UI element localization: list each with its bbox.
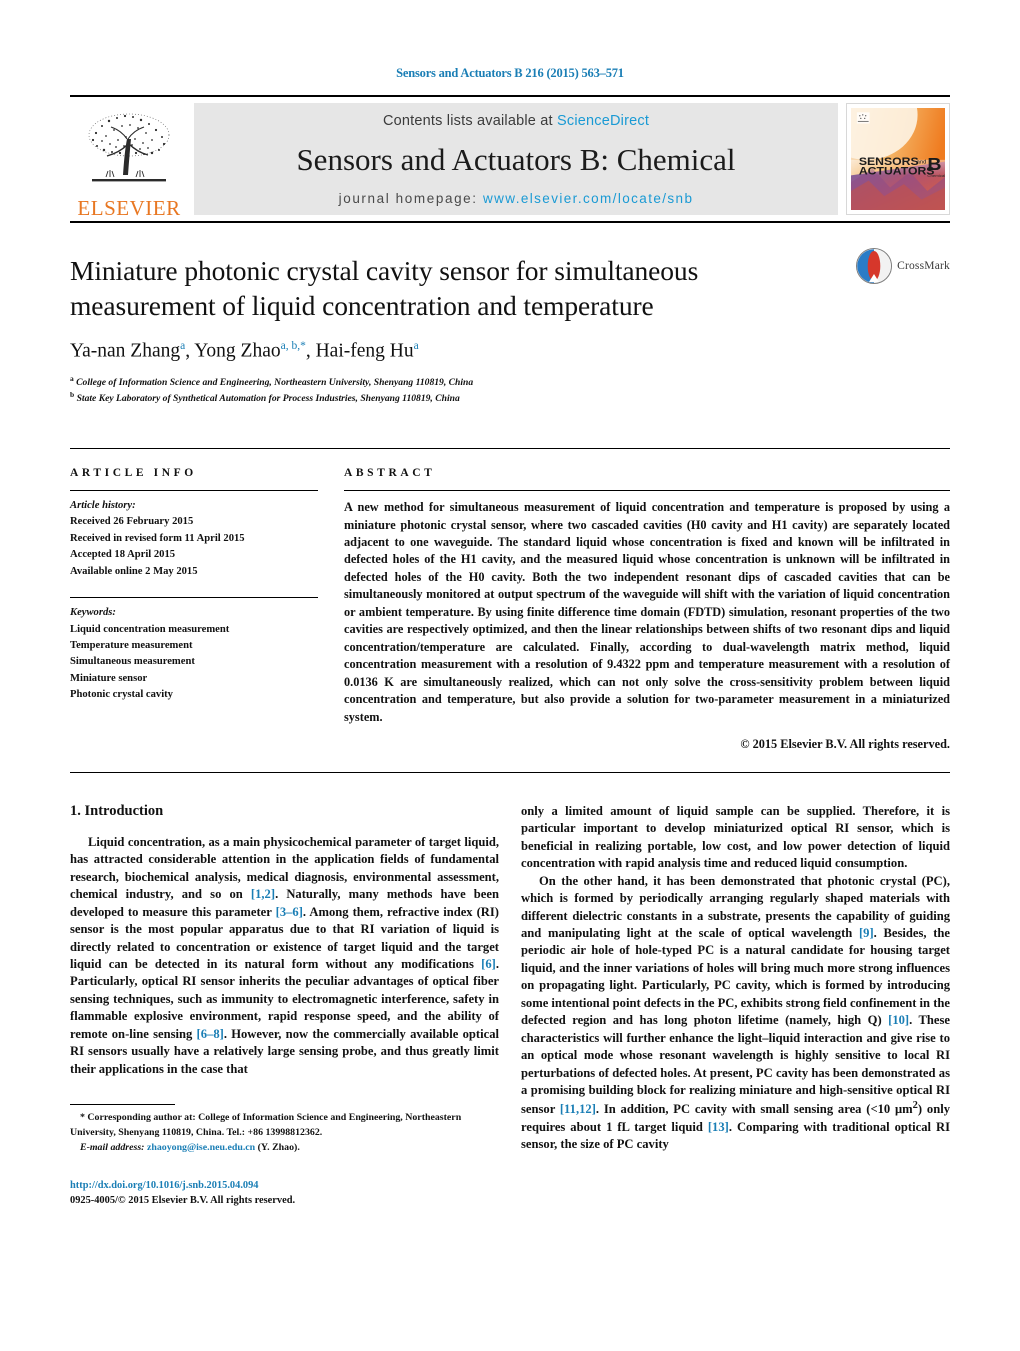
p2-seg: . These characteristics will further enh… (521, 1013, 950, 1117)
cover-letter-b: B (927, 154, 941, 174)
page-title: Miniature photonic crystal cavity sensor… (70, 255, 699, 322)
keyword-item: Photonic crystal cavity (70, 689, 173, 701)
intro-paragraph-1-cont: only a limited amount of liquid sample c… (521, 803, 950, 871)
affiliation-b-text: State Key Laboratory of Synthetical Auto… (76, 393, 460, 405)
contents-available-line: Contents lists available at ScienceDirec… (383, 113, 649, 129)
masthead-band: Contents lists available at ScienceDirec… (194, 103, 838, 215)
citation-9[interactable]: [9] (859, 926, 874, 940)
homepage-prefix: journal homepage: (338, 191, 483, 206)
body-top-rule (70, 771, 950, 773)
citation-6[interactable]: [6] (481, 957, 496, 971)
journal-title: Sensors and Actuators B: Chemical (296, 141, 736, 177)
title-block: CrossMark Miniature photonic crystal cav… (70, 248, 950, 406)
keyword-item: Liquid concentration measurement (70, 623, 230, 635)
article-history-group: Article history: Received 26 February 20… (70, 491, 318, 580)
citation-10[interactable]: [10] (888, 1013, 909, 1027)
cover-artwork: SENSORS and ACTUATORS B Chemical (851, 108, 945, 210)
body-column-right: only a limited amount of liquid sample c… (521, 803, 950, 1209)
abstract-heading: ABSTRACT (344, 467, 436, 480)
email-link[interactable]: zhaoyong@ise.neu.edu.cn (147, 1142, 255, 1153)
keyword-item: Miniature sensor (70, 672, 148, 684)
journal-masthead: ELSEVIER Contents lists available at Sci… (70, 95, 950, 221)
email-label: E-mail address: (80, 1141, 145, 1153)
intro-paragraph-2: On the other hand, it has been demonstra… (521, 873, 950, 1154)
info-abstract-region: ARTICLE INFO Article history: Received 2… (70, 448, 950, 752)
author-list: Ya-nan Zhanga, Yong Zhaoa, b,*, Hai-feng… (70, 340, 419, 362)
article-info-heading: ARTICLE INFO (70, 467, 197, 480)
keywords-label: Keywords: (70, 607, 116, 619)
keyword-item: Temperature measurement (70, 639, 193, 651)
crossmark-icon (856, 248, 893, 284)
footnote-rule (70, 1104, 175, 1106)
citation-13[interactable]: [13] (708, 1120, 729, 1134)
contents-prefix: Contents lists available at (382, 113, 557, 129)
p2-seg: . Besides, the periodic air hole of hole… (521, 926, 950, 1028)
running-head: Sensors and Actuators B 216 (2015) 563–5… (396, 66, 624, 80)
journal-homepage-line: journal homepage: www.elsevier.com/locat… (339, 191, 694, 206)
intro-paragraph-1: Liquid concentration, as a main physicoc… (70, 834, 499, 1078)
cover-actuators-text: ACTUATORS (859, 166, 935, 177)
doi-block: http://dx.doi.org/10.1016/j.snb.2015.04.… (70, 1178, 499, 1209)
history-item: Available online 2 May 2015 (70, 565, 198, 577)
sciencedirect-link[interactable]: ScienceDirect (557, 113, 649, 129)
abstract-copyright: © 2015 Elsevier B.V. All rights reserved… (740, 736, 950, 751)
elsevier-tree-icon (88, 113, 170, 182)
footnote-region: * Corresponding author at: College of In… (70, 1104, 499, 1209)
crossmark-badge[interactable]: CrossMark (855, 247, 950, 285)
citation-11-12[interactable]: [11,12] (560, 1103, 596, 1117)
elsevier-wordmark: ELSEVIER (77, 196, 181, 220)
history-item: Accepted 18 April 2015 (70, 549, 176, 561)
keywords-group: Keywords: Liquid concentration measureme… (70, 598, 318, 703)
corresponding-text: Corresponding author at: College of Info… (70, 1112, 462, 1138)
cover-and-text: and (917, 160, 927, 166)
affiliation-a: a College of Information Science and Eng… (70, 373, 474, 389)
history-item: Received 26 February 2015 (70, 516, 194, 528)
affiliation-a-text: College of Information Science and Engin… (76, 377, 474, 389)
history-item: Received in revised form 11 April 2015 (70, 532, 245, 544)
citation-3-6[interactable]: [3–6] (276, 905, 303, 919)
affiliations: a College of Information Science and Eng… (70, 374, 950, 406)
paper-page: Sensors and Actuators B 216 (2015) 563–5… (0, 0, 1020, 1351)
article-info-column: ARTICLE INFO Article history: Received 2… (70, 467, 318, 752)
abstract-column: ABSTRACT A new method for simultaneous m… (344, 467, 950, 752)
affiliation-b: b State Key Laboratory of Synthetical Au… (70, 389, 460, 405)
corresponding-author-note: * Corresponding author at: College of In… (70, 1111, 499, 1141)
email-suffix: (Y. Zhao). (255, 1141, 300, 1153)
doi-link[interactable]: http://dx.doi.org/10.1016/j.snb.2015.04.… (70, 1178, 499, 1194)
p2-seg: . In addition, PC cavity with small sens… (595, 1102, 913, 1117)
email-note: E-mail address: zhaoyong@ise.neu.edu.cn … (70, 1141, 499, 1156)
crossmark-label: CrossMark (897, 260, 950, 272)
keyword-item: Simultaneous measurement (70, 656, 195, 668)
masthead-bottom-rule (70, 221, 950, 223)
journal-cover-image: SENSORS and ACTUATORS B Chemical (846, 103, 950, 215)
abstract-text: A new method for simultaneous measuremen… (344, 500, 950, 724)
journal-homepage-link[interactable]: www.elsevier.com/locate/snb (483, 191, 693, 206)
elsevier-logo: ELSEVIER (70, 97, 188, 221)
section-heading-introduction: 1. Introduction (70, 802, 164, 819)
article-history-label: Article history: (70, 500, 136, 512)
citation-6-8[interactable]: [6–8] (197, 1027, 224, 1041)
body-columns: 1. Introduction Liquid concentration, as… (70, 803, 950, 1209)
cover-chemical-text: Chemical (927, 173, 945, 178)
issn-copyright: 0925-4005/© 2015 Elsevier B.V. All right… (70, 1195, 296, 1207)
body-column-left: 1. Introduction Liquid concentration, as… (70, 803, 499, 1209)
citation-1-2[interactable]: [1,2] (251, 887, 275, 901)
